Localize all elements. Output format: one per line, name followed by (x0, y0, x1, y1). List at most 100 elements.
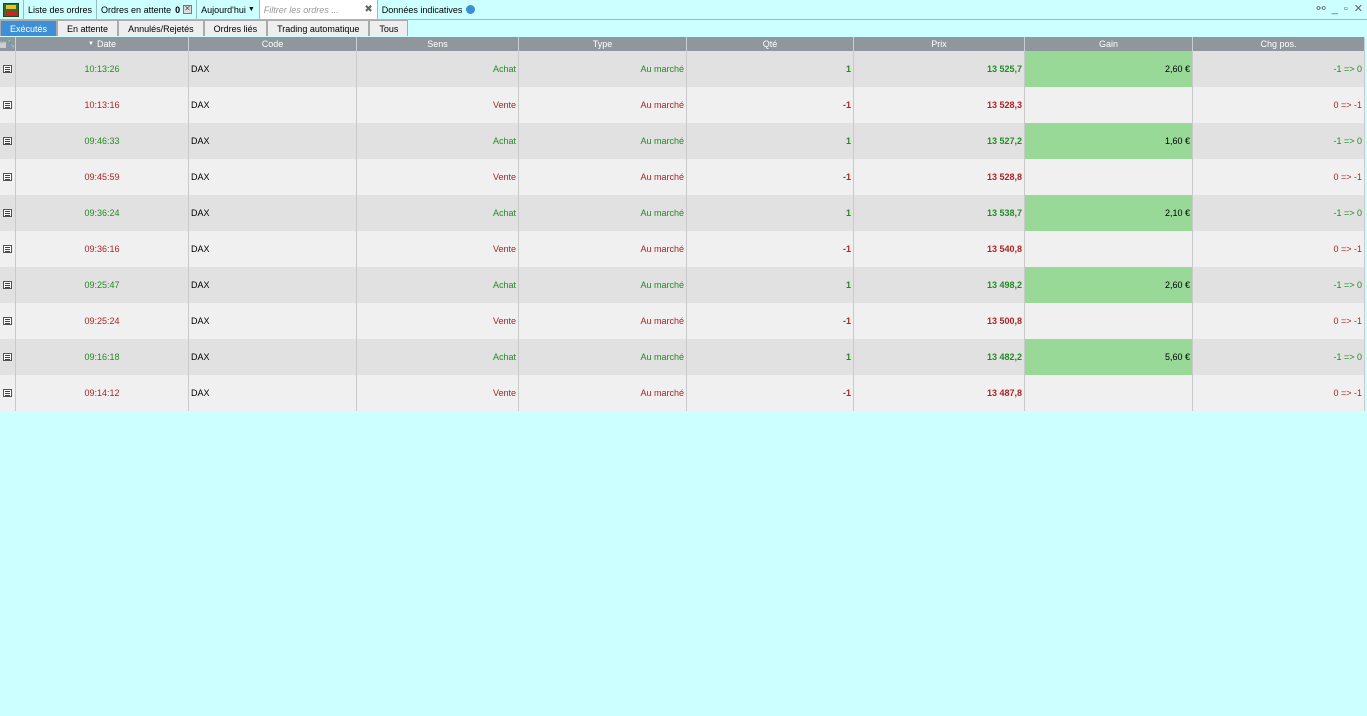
cell-gain: 2,10 € (1025, 195, 1193, 231)
cell-date: 10:13:26 (16, 51, 189, 87)
table-row[interactable]: 09:46:33 DAX Achat Au marché 1 13 527,2 1,60 €… (0, 123, 1365, 159)
order-detail-cell[interactable] (0, 231, 16, 267)
orders-list-label: Liste des ordres (28, 4, 93, 15)
cell-qty: -1 (687, 375, 854, 411)
column-settings-header[interactable]: ▤ 🔧 (0, 37, 16, 51)
cell-type: Au marché (519, 51, 687, 87)
table-row[interactable]: 09:25:24 DAX Vente Au marché -1 13 500,8 0 => … (0, 303, 1365, 339)
table-row[interactable]: 09:36:16 DAX Vente Au marché -1 13 540,8 0 => … (0, 231, 1365, 267)
filter-orders-input[interactable]: Filtrer les ordres ... ✖ (259, 0, 378, 19)
header-qty[interactable]: Qté (687, 37, 854, 51)
table-row[interactable]: 09:16:18 DAX Achat Au marché 1 13 482,2 5,60 €… (0, 339, 1365, 375)
tab-pending[interactable]: En attente (57, 20, 119, 36)
header-position-change[interactable]: Chg pos. (1193, 37, 1365, 51)
orders-list-button[interactable]: Liste des ordres (24, 0, 98, 19)
wrench-icon[interactable]: 🔧 (6, 40, 16, 49)
cell-position-change: -1 => 0 (1193, 267, 1365, 303)
header-price[interactable]: Prix (854, 37, 1025, 51)
table-body: 10:13:26 DAX Achat Au marché 1 13 525,7 2,60 €… (0, 51, 1365, 411)
cell-date: 09:46:33 (16, 123, 189, 159)
demo-logo-icon (3, 2, 19, 17)
order-detail-cell[interactable] (0, 267, 16, 303)
order-document-icon[interactable] (3, 317, 12, 325)
cell-gain: 5,60 € (1025, 339, 1193, 375)
cell-gain (1025, 375, 1193, 411)
order-document-icon[interactable] (3, 101, 12, 109)
cell-position-change: 0 => -1 (1193, 231, 1365, 267)
period-label: Aujourd'hui (201, 4, 246, 15)
order-detail-cell[interactable] (0, 51, 16, 87)
order-document-icon[interactable] (3, 281, 12, 289)
header-date[interactable]: ▼ Date (16, 37, 189, 51)
order-detail-cell[interactable] (0, 303, 16, 339)
cell-sens: Achat (357, 123, 519, 159)
cell-code: DAX (189, 303, 357, 339)
cell-qty: 1 (687, 339, 854, 375)
header-code[interactable]: Code (189, 37, 357, 51)
order-detail-cell[interactable] (0, 339, 16, 375)
clear-filter-icon[interactable]: ✖ (364, 4, 372, 15)
cell-date: 09:36:16 (16, 231, 189, 267)
minimize-icon[interactable]: _ (1332, 3, 1338, 15)
header-date-label: Date (96, 39, 116, 49)
cell-sens: Vente (357, 159, 519, 195)
indicative-data-label: Données indicatives (381, 4, 463, 15)
order-document-icon[interactable] (3, 65, 12, 73)
header-sens[interactable]: Sens (357, 37, 519, 51)
table-row[interactable]: 09:45:59 DAX Vente Au marché -1 13 528,8 0 => … (0, 159, 1365, 195)
share-icon[interactable]: ⚯ (1317, 2, 1326, 15)
table-row[interactable]: 10:13:26 DAX Achat Au marché 1 13 525,7 2,60 €… (0, 51, 1365, 87)
header-type[interactable]: Type (519, 37, 687, 51)
order-document-icon[interactable] (3, 245, 12, 253)
cell-gain: 1,60 € (1025, 123, 1193, 159)
header-gain[interactable]: Gain (1025, 37, 1193, 51)
cell-sens: Achat (357, 339, 519, 375)
order-document-icon[interactable] (3, 137, 12, 145)
pending-orders-button[interactable]: Ordres en attente 0 (97, 0, 198, 19)
order-detail-cell[interactable] (0, 123, 16, 159)
cell-position-change: -1 => 0 (1193, 51, 1365, 87)
close-icon[interactable]: ✕ (1354, 2, 1363, 15)
tab-cancelled-rejected[interactable]: Annulés/Rejetés (118, 20, 204, 36)
tab-automatic-trading[interactable]: Trading automatique (267, 20, 370, 36)
window-controls: ⚯ _ ▫ ✕ (1317, 2, 1363, 16)
cell-code: DAX (189, 231, 357, 267)
cell-type: Au marché (519, 375, 687, 411)
cell-sens: Vente (357, 303, 519, 339)
pending-orders-label: Ordres en attente (101, 4, 172, 15)
table-row[interactable]: 09:25:47 DAX Achat Au marché 1 13 498,2 2,60 €… (0, 267, 1365, 303)
cell-code: DAX (189, 87, 357, 123)
cell-price: 13 527,2 (854, 123, 1025, 159)
tab-linked-orders[interactable]: Ordres liés (203, 20, 268, 36)
order-detail-cell[interactable] (0, 195, 16, 231)
order-document-icon[interactable] (3, 353, 12, 361)
table-row[interactable]: 09:14:12 DAX Vente Au marché -1 13 487,8 0 => … (0, 375, 1365, 411)
tab-all[interactable]: Tous (369, 20, 409, 36)
order-document-icon[interactable] (3, 209, 12, 217)
restore-icon[interactable]: ▫ (1344, 3, 1348, 15)
cell-date: 09:16:18 (16, 339, 189, 375)
cell-price: 13 538,7 (854, 195, 1025, 231)
order-detail-cell[interactable] (0, 375, 16, 411)
order-document-icon[interactable] (3, 173, 12, 181)
cell-gain: 2,60 € (1025, 267, 1193, 303)
cell-qty: 1 (687, 267, 854, 303)
cell-qty: -1 (687, 87, 854, 123)
sort-desc-icon: ▼ (88, 41, 94, 47)
cell-sens: Achat (357, 51, 519, 87)
info-bubble-icon[interactable] (466, 5, 476, 14)
cell-price: 13 487,8 (854, 375, 1025, 411)
cell-date: 09:36:24 (16, 195, 189, 231)
period-dropdown[interactable]: Aujourd'hui ▼ (197, 0, 260, 19)
cell-position-change: 0 => -1 (1193, 303, 1365, 339)
order-detail-cell[interactable] (0, 159, 16, 195)
table-row[interactable]: 10:13:16 DAX Vente Au marché -1 13 528,3 0 => … (0, 87, 1365, 123)
table-row[interactable]: 09:36:24 DAX Achat Au marché 1 13 538,7 2,10 €… (0, 195, 1365, 231)
order-document-icon[interactable] (3, 389, 12, 397)
chevron-down-icon: ▼ (247, 6, 255, 13)
tab-executed[interactable]: Exécutés (0, 20, 58, 36)
cell-sens: Vente (357, 375, 519, 411)
order-detail-cell[interactable] (0, 87, 16, 123)
app-logo-segment (0, 0, 24, 19)
clear-pending-icon[interactable] (183, 4, 193, 14)
